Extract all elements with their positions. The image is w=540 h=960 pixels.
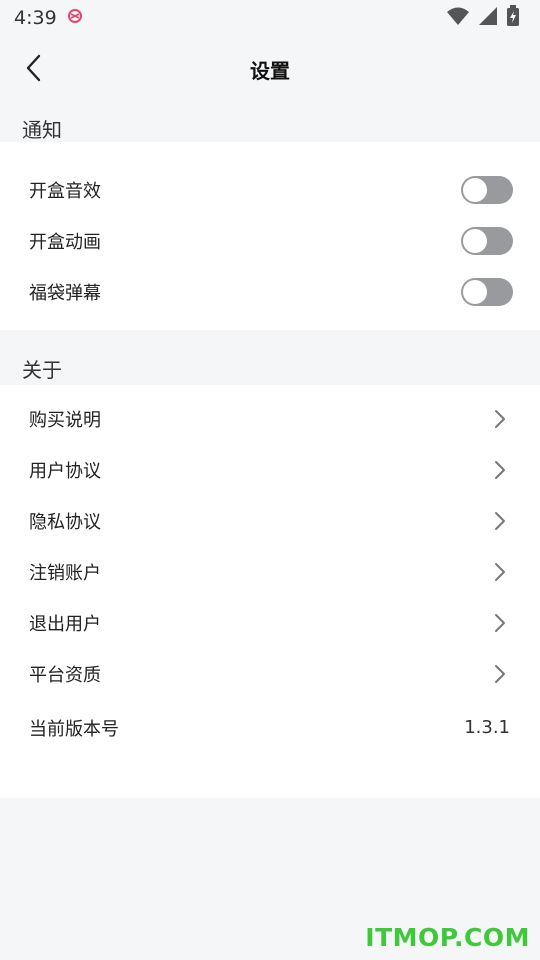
setting-label: 福袋弹幕 bbox=[29, 282, 101, 304]
back-button[interactable] bbox=[14, 50, 54, 90]
chevron-right-icon bbox=[490, 611, 510, 635]
toggle-knob bbox=[463, 177, 487, 202]
notify-card: 开盒音效 开盒动画 福袋弹幕 bbox=[0, 142, 540, 330]
setting-label: 开盒音效 bbox=[29, 180, 101, 202]
about-item-delete-account[interactable]: 注销账户 bbox=[0, 546, 540, 597]
about-card: 购买说明 用户协议 隐私协议 注销账户 退出用户 平台资质 当前版本号 1.3.… bbox=[0, 385, 540, 798]
status-bar: 4:39 bbox=[0, 0, 540, 36]
page-title: 设置 bbox=[250, 58, 290, 83]
toggle-open-animation[interactable] bbox=[461, 226, 513, 255]
toggle-lucky-bag-danmaku[interactable] bbox=[461, 277, 513, 306]
chevron-right-icon bbox=[490, 560, 510, 584]
chevron-right-icon bbox=[490, 458, 510, 482]
version-value: 1.3.1 bbox=[464, 717, 510, 738]
toggle-open-sound[interactable] bbox=[461, 175, 513, 204]
about-item-platform-qualification[interactable]: 平台资质 bbox=[0, 648, 540, 699]
setting-label: 开盒动画 bbox=[29, 231, 101, 253]
about-item-privacy-agreement[interactable]: 隐私协议 bbox=[0, 495, 540, 546]
about-item-logout[interactable]: 退出用户 bbox=[0, 597, 540, 648]
toggle-knob bbox=[463, 279, 487, 304]
nav-bar: 设置 bbox=[0, 36, 540, 102]
watermark-logo: ITMOP.COM bbox=[365, 923, 530, 952]
chevron-right-icon bbox=[490, 662, 510, 686]
chevron-right-icon bbox=[490, 509, 510, 533]
about-item-label: 用户协议 bbox=[29, 460, 101, 482]
toggle-knob bbox=[463, 228, 487, 253]
status-time: 4:39 bbox=[14, 7, 57, 29]
about-item-label: 注销账户 bbox=[29, 562, 101, 584]
setting-row-lucky-bag-danmaku: 福袋弹幕 bbox=[0, 266, 540, 317]
about-item-label: 平台资质 bbox=[29, 664, 101, 686]
setting-row-open-sound: 开盒音效 bbox=[0, 164, 540, 215]
version-row: 当前版本号 1.3.1 bbox=[0, 702, 540, 753]
setting-row-open-animation: 开盒动画 bbox=[0, 215, 540, 266]
section-header-about: 关于 bbox=[22, 358, 62, 382]
status-left: 4:39 bbox=[14, 7, 83, 29]
section-header-notify: 通知 bbox=[22, 118, 62, 142]
signal-icon bbox=[478, 6, 498, 31]
about-item-purchase-notes[interactable]: 购买说明 bbox=[0, 393, 540, 444]
chevron-left-icon bbox=[24, 53, 44, 87]
about-item-user-agreement[interactable]: 用户协议 bbox=[0, 444, 540, 495]
version-label: 当前版本号 bbox=[29, 718, 119, 740]
chevron-right-icon bbox=[490, 407, 510, 431]
about-item-label: 隐私协议 bbox=[29, 511, 101, 533]
battery-charging-icon bbox=[506, 4, 520, 32]
about-item-label: 购买说明 bbox=[29, 409, 101, 431]
status-right bbox=[446, 4, 520, 32]
about-item-label: 退出用户 bbox=[29, 613, 101, 635]
notification-app-icon bbox=[67, 7, 83, 29]
wifi-icon bbox=[446, 6, 470, 31]
